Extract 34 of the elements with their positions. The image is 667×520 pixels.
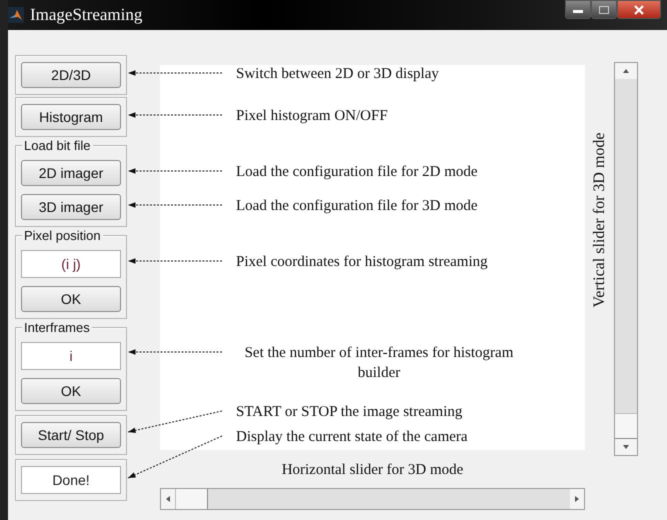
input-field[interactable]: (i j) <box>21 250 121 278</box>
slider-caption: Vertical slider for 3D mode <box>590 132 608 308</box>
panel-legend: Load bit file <box>22 138 92 153</box>
push-button[interactable]: 2D imager <box>21 160 121 186</box>
input-field[interactable]: i <box>21 342 121 370</box>
minimize-button[interactable] <box>565 0 591 19</box>
annotation-text: Load the configuration file for 2D mode <box>236 163 479 182</box>
annotation-text: Switch between 2D or 3D display <box>236 65 440 84</box>
maximize-icon <box>599 6 609 14</box>
annotation-text: Pixel coordinates for histogram streaming <box>236 253 489 272</box>
annotation-text: Display the current state of the camera <box>236 428 469 447</box>
close-button[interactable] <box>617 0 661 19</box>
push-button[interactable]: Start/ Stop <box>21 422 121 448</box>
annotation-text: START or STOP the image streaming <box>236 403 464 422</box>
maximize-button[interactable] <box>591 0 617 19</box>
push-button[interactable]: OK <box>21 286 121 312</box>
push-button[interactable]: 3D imager <box>21 194 121 220</box>
window-title: ImageStreaming <box>30 5 142 25</box>
slider-thumb[interactable] <box>615 413 637 439</box>
push-button[interactable]: 2D/3D <box>21 62 121 88</box>
panel-legend: Interframes <box>22 320 92 335</box>
annotation-text: Pixel histogram ON/OFF <box>236 107 389 126</box>
horizontal-slider[interactable] <box>160 488 585 510</box>
app-logo-icon <box>8 7 24 23</box>
panel-legend: Pixel position <box>22 228 103 243</box>
status-text: Done! <box>21 466 121 494</box>
push-button[interactable]: Histogram <box>21 104 121 130</box>
close-icon <box>634 4 644 14</box>
annotation-text: Load the configuration file for 3D mode <box>236 197 479 216</box>
push-button[interactable]: OK <box>21 378 121 404</box>
slider-thumb[interactable] <box>175 489 208 509</box>
vertical-slider[interactable] <box>614 62 638 456</box>
slider-caption: Horizontal slider for 3D mode <box>280 462 464 480</box>
annotation-text: Set the number of inter-frames for histogram builder <box>244 344 514 383</box>
